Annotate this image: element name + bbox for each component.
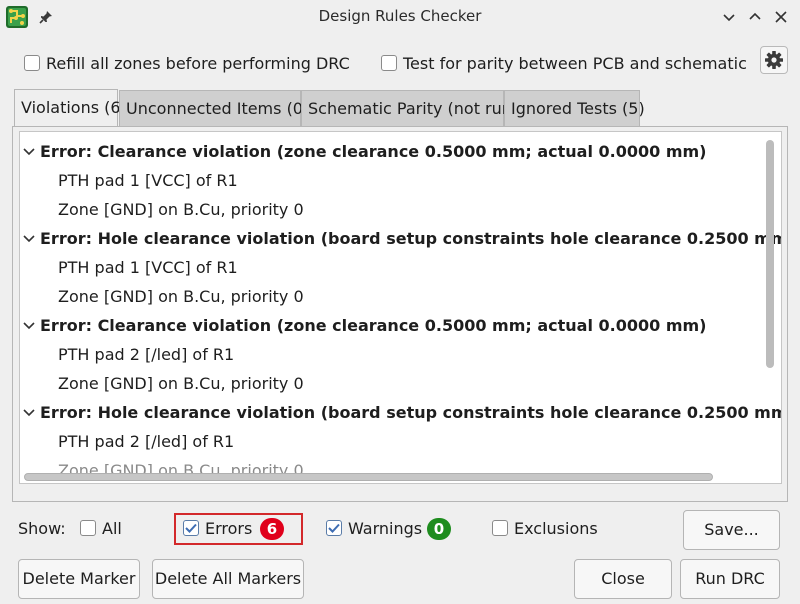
refill-zones-label: Refill all zones before performing DRC (46, 54, 350, 73)
chevron-down-icon[interactable] (22, 233, 36, 245)
violation-item[interactable]: PTH pad 2 [/led] of R1 (58, 340, 234, 369)
chevron-down-icon[interactable] (22, 320, 36, 332)
chevron-down-icon[interactable] (22, 146, 36, 158)
settings-button[interactable] (760, 46, 788, 74)
tab-schematic-parity[interactable]: Schematic Parity (not run) (301, 90, 518, 126)
violation-item[interactable]: PTH pad 2 [/led] of R1 (58, 427, 234, 456)
gear-icon (765, 51, 783, 69)
window-title: Design Rules Checker (318, 7, 482, 25)
violation-row[interactable]: Error: Clearance violation (zone clearan… (20, 311, 780, 340)
close-button[interactable]: Close (574, 559, 672, 599)
close-window-icon[interactable] (772, 8, 790, 26)
show-label: Show: (18, 519, 66, 538)
minimize-icon[interactable] (720, 8, 738, 26)
violation-row[interactable]: Error: Hole clearance violation (board s… (20, 224, 781, 253)
test-parity-label: Test for parity between PCB and schemati… (403, 54, 747, 73)
test-parity-checkbox[interactable] (381, 55, 397, 71)
errors-label: Errors (205, 519, 253, 538)
tab-unconnected-items[interactable]: Unconnected Items (0) (119, 90, 309, 126)
horizontal-scrollbar[interactable] (24, 473, 713, 481)
save-button[interactable]: Save... (683, 510, 780, 550)
violation-row[interactable]: Error: Hole clearance violation (board s… (20, 398, 781, 427)
violation-item[interactable]: Zone [GND] on B.Cu, priority 0 (58, 282, 304, 311)
violation-item[interactable]: Zone [GND] on B.Cu, priority 0 (58, 369, 304, 398)
violation-item[interactable]: PTH pad 1 [VCC] of R1 (58, 166, 238, 195)
title-bar: Design Rules Checker (0, 0, 800, 34)
warnings-checkbox[interactable] (326, 520, 342, 536)
refill-zones-checkbox[interactable] (24, 55, 40, 71)
errors-checkbox[interactable] (183, 520, 199, 536)
errors-count-badge: 6 (260, 518, 284, 540)
checkmark-icon (185, 523, 197, 533)
tab-violations[interactable]: Violations (6) (14, 89, 127, 127)
delete-marker-button[interactable]: Delete Marker (18, 559, 140, 599)
exclusions-checkbox[interactable] (492, 520, 508, 536)
tab-ignored-tests[interactable]: Ignored Tests (5) (504, 90, 645, 126)
violations-tree[interactable]: Error: Clearance violation (zone clearan… (19, 131, 782, 484)
maximize-icon[interactable] (746, 8, 764, 26)
vertical-scrollbar[interactable] (766, 140, 774, 368)
violation-row[interactable]: Error: Clearance violation (zone clearan… (20, 137, 780, 166)
exclusions-label: Exclusions (514, 519, 598, 538)
checkmark-icon (328, 523, 340, 533)
all-checkbox[interactable] (80, 520, 96, 536)
warnings-label: Warnings (348, 519, 423, 538)
violation-item[interactable]: Zone [GND] on B.Cu, priority 0 (58, 195, 304, 224)
delete-all-markers-button[interactable]: Delete All Markers (152, 559, 304, 599)
warnings-count-badge: 0 (427, 518, 451, 540)
run-drc-button[interactable]: Run DRC (680, 559, 780, 599)
chevron-down-icon[interactable] (22, 407, 36, 419)
all-label: All (102, 519, 122, 538)
violation-item[interactable]: PTH pad 1 [VCC] of R1 (58, 253, 238, 282)
